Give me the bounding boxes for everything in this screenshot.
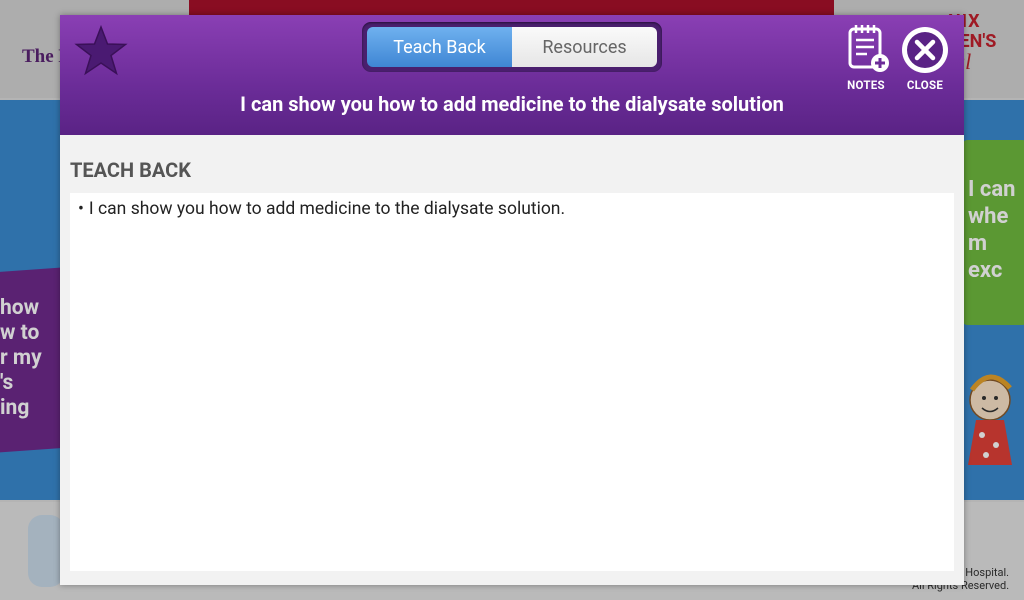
tab-resources[interactable]: Resources	[512, 27, 657, 67]
notes-button[interactable]: NOTES	[840, 23, 892, 93]
tab-bar: Teach Back Resources	[362, 22, 662, 72]
notes-label: NOTES	[847, 78, 885, 92]
modal-title: I can show you how to add medicine to th…	[240, 92, 784, 116]
section-heading: TEACH BACK	[70, 158, 191, 182]
teach-back-modal: Teach Back Resources NOTES CLOSE I can s…	[60, 15, 964, 585]
modal-header: Teach Back Resources NOTES CLOSE I can s…	[60, 15, 964, 135]
teach-back-list: • I can show you how to add medicine to t…	[70, 193, 954, 571]
close-label: CLOSE	[906, 78, 944, 92]
star-icon[interactable]	[74, 25, 128, 77]
notes-icon	[848, 25, 889, 72]
bullet: •	[78, 199, 84, 219]
close-icon	[902, 27, 948, 73]
tab-teach-back[interactable]: Teach Back	[367, 27, 512, 67]
list-item: • I can show you how to add medicine to t…	[78, 199, 565, 219]
list-item-text: I can show you how to add medicine to th…	[88, 199, 566, 219]
close-button[interactable]: CLOSE	[896, 23, 954, 93]
modal-body: TEACH BACK • I can show you how to add me…	[60, 135, 964, 585]
